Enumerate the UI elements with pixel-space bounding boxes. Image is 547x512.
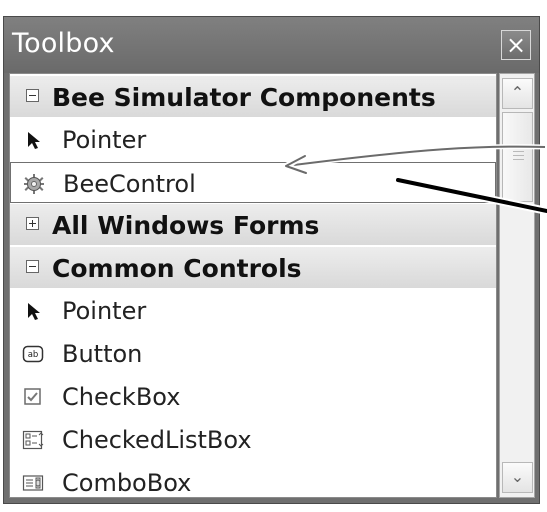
expand-icon[interactable] bbox=[26, 217, 39, 230]
group-header-all-windows-forms[interactable]: All Windows Forms bbox=[10, 204, 496, 245]
close-button[interactable]: × bbox=[501, 30, 531, 60]
toolbox-list: Bee Simulator Components Pointer BeeCont… bbox=[9, 73, 497, 498]
group-label: Common Controls bbox=[52, 254, 302, 283]
checkbox-icon bbox=[22, 386, 44, 408]
toolbox-item-combobox[interactable]: ComboBox bbox=[10, 462, 496, 497]
screenshot-stage: Toolbox × Bee Simulator Components Point… bbox=[0, 0, 547, 512]
toolbox-item-checkedlistbox[interactable]: CheckedListBox bbox=[10, 419, 496, 460]
pointer-icon bbox=[22, 300, 44, 322]
toolbox-item-label: Pointer bbox=[62, 126, 147, 154]
scrollbar-thumb[interactable] bbox=[502, 112, 533, 202]
checkedlistbox-icon bbox=[22, 429, 44, 451]
button-icon: ab bbox=[22, 343, 44, 365]
toolbox-item-label: CheckedListBox bbox=[62, 426, 252, 454]
pointer-icon bbox=[22, 129, 44, 151]
collapse-icon[interactable] bbox=[26, 260, 39, 273]
toolbox-item-button[interactable]: ab Button bbox=[10, 333, 496, 374]
window-title: Toolbox bbox=[12, 28, 115, 59]
group-label: All Windows Forms bbox=[52, 211, 320, 240]
scroll-up-button[interactable]: ⌃ bbox=[502, 78, 533, 109]
grip-icon bbox=[513, 151, 524, 161]
vertical-scrollbar[interactable]: ⌃ ⌄ bbox=[499, 73, 535, 498]
group-header-common-controls[interactable]: Common Controls bbox=[10, 247, 496, 288]
group-label: Bee Simulator Components bbox=[52, 83, 436, 112]
toolbox-window: Toolbox × Bee Simulator Components Point… bbox=[3, 16, 540, 504]
toolbox-item-pointer[interactable]: Pointer bbox=[10, 119, 496, 160]
group-header-bee-simulator-components[interactable]: Bee Simulator Components bbox=[10, 76, 496, 117]
toolbox-item-label: Button bbox=[62, 340, 143, 368]
svg-text:ab: ab bbox=[28, 350, 39, 360]
scroll-down-button[interactable]: ⌄ bbox=[502, 462, 533, 493]
chevron-up-icon: ⌃ bbox=[510, 83, 525, 102]
toolbox-item-beecontrol[interactable]: BeeControl bbox=[10, 162, 496, 203]
toolbox-item-checkbox[interactable]: CheckBox bbox=[10, 376, 496, 417]
toolbox-item-label: BeeControl bbox=[63, 170, 196, 198]
combobox-icon bbox=[22, 472, 44, 494]
toolbox-item-label: ComboBox bbox=[62, 469, 192, 497]
collapse-icon[interactable] bbox=[26, 89, 39, 102]
toolbox-item-label: Pointer bbox=[62, 297, 147, 325]
chevron-down-icon: ⌄ bbox=[510, 467, 525, 486]
toolbox-titlebar: Toolbox × bbox=[4, 17, 539, 73]
toolbox-item-label: CheckBox bbox=[62, 383, 181, 411]
gear-icon bbox=[23, 173, 45, 195]
toolbox-item-pointer[interactable]: Pointer bbox=[10, 290, 496, 331]
